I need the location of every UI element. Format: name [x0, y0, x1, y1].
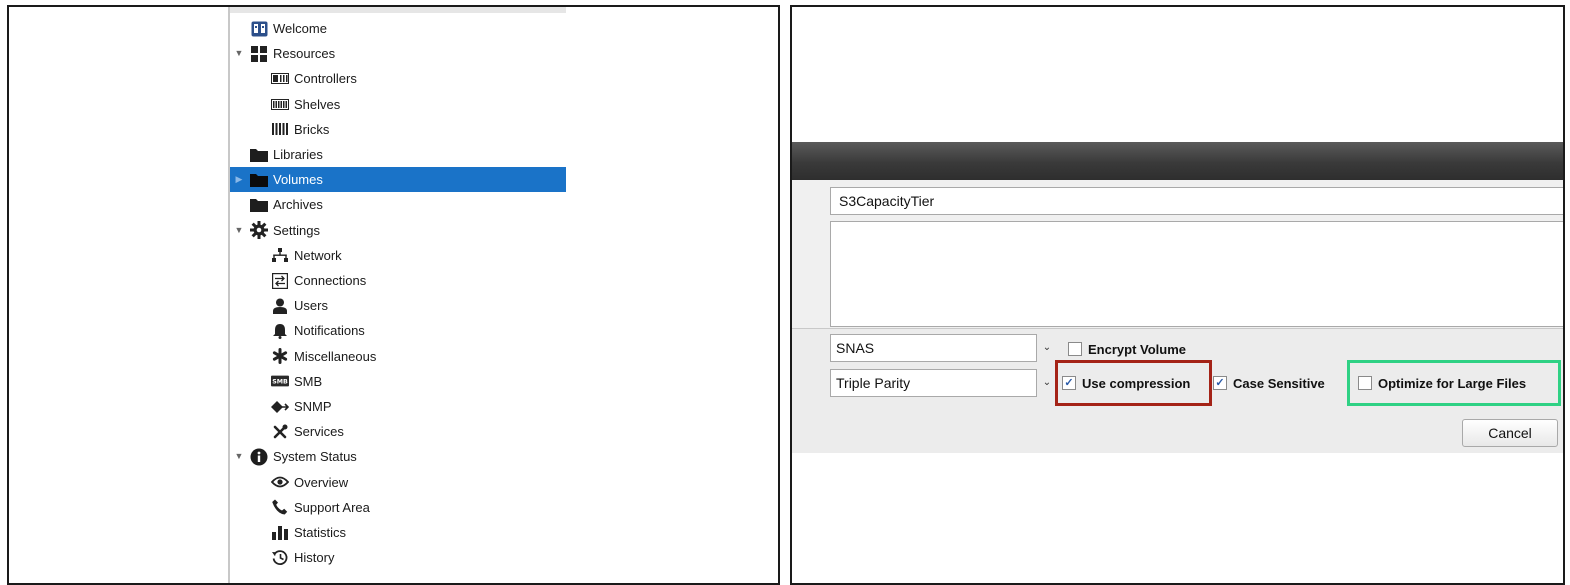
tree-item-bricks[interactable]: Bricks: [230, 117, 566, 142]
controllers-icon: [271, 70, 289, 87]
tree-item-label: Overview: [294, 474, 349, 490]
left-screenshot-panel: Welcome ▼ Resources Controllers Shelves Brick…: [7, 5, 780, 585]
chevron-down-icon[interactable]: ⌄: [1038, 335, 1056, 361]
tree-item-label: Notifications: [294, 323, 365, 339]
info-icon: [250, 448, 268, 466]
welcome-icon: [250, 20, 268, 37]
tree-item-label: Network: [294, 247, 342, 263]
history-icon: [271, 549, 289, 566]
resources-icon: [250, 45, 268, 62]
parity-value: Triple Parity: [836, 375, 911, 391]
disclosure-down-icon[interactable]: ▼: [234, 218, 244, 243]
tree-item-label: Shelves: [294, 96, 341, 112]
dialog-titlebar[interactable]: [792, 142, 1563, 180]
chevron-down-icon[interactable]: ⌄: [1038, 370, 1056, 396]
shelves-icon: [271, 96, 289, 113]
eye-icon: [271, 474, 289, 491]
tree-item-controllers[interactable]: Controllers: [230, 66, 566, 91]
tree-top-strip: [230, 7, 566, 13]
tree-item-label: SNMP: [294, 399, 332, 414]
tree-item-label: Support Area: [294, 499, 370, 515]
tree-item-label: Controllers: [294, 71, 357, 87]
tree-item-notifications[interactable]: Notifications: [230, 318, 566, 343]
case-sensitive-label: Case Sensitive: [1233, 375, 1325, 391]
tree-item-history[interactable]: History: [230, 545, 566, 570]
right-screenshot-panel: S3CapacityTier SNAS ⌄ Triple Parity ⌄ En…: [790, 5, 1565, 585]
case-sensitive-checkbox[interactable]: ✓ Case Sensitive: [1213, 372, 1325, 394]
tree-item-label: Services: [294, 424, 344, 440]
tree-item-label: Archives: [273, 197, 323, 213]
disclosure-down-icon[interactable]: ▼: [234, 41, 244, 66]
encrypt-volume-label: Encrypt Volume: [1088, 341, 1187, 357]
tree-item-label: Libraries: [273, 147, 323, 162]
tree-item-archives[interactable]: Archives: [230, 192, 566, 217]
blank-area: [792, 453, 1563, 583]
tree-item-label: Welcome: [273, 21, 327, 36]
green-highlight-box: [1347, 360, 1561, 406]
volume-name-field[interactable]: S3CapacityTier: [830, 187, 1563, 215]
parity-select[interactable]: Triple Parity ⌄: [830, 369, 1051, 397]
tree-item-label: History: [294, 550, 335, 566]
tree-item-support-area[interactable]: Support Area: [230, 495, 566, 520]
folder-icon: [250, 146, 268, 163]
tree-item-label: Volumes: [273, 172, 323, 188]
volume-type-value: SNAS: [836, 340, 875, 356]
smb-icon: SMB: [271, 373, 289, 390]
tree-item-label: SMB: [294, 373, 323, 389]
network-icon: [271, 247, 289, 264]
bar-chart-icon: [271, 524, 289, 541]
phone-icon: [271, 499, 289, 516]
asterisk-icon: [271, 348, 289, 365]
folder-icon: [250, 196, 268, 213]
description-field[interactable]: [830, 221, 1563, 327]
bricks-icon: [271, 121, 289, 138]
tree-item-welcome[interactable]: Welcome: [230, 16, 566, 41]
tree-item-label: Miscellaneous: [294, 348, 377, 364]
tree-item-label: Users: [294, 298, 328, 314]
tree-item-connections[interactable]: Connections: [230, 268, 566, 293]
disclosure-down-icon[interactable]: ▼: [234, 444, 244, 469]
tree-item-label: Resources: [273, 46, 336, 62]
tree-item-label: Connections: [294, 273, 367, 288]
tree-item-network[interactable]: Network: [230, 243, 566, 268]
tree-item-settings[interactable]: ▼ Settings: [230, 218, 566, 243]
cancel-button[interactable]: Cancel: [1462, 419, 1558, 447]
disclosure-right-icon[interactable]: ▶: [234, 167, 244, 192]
tree-item-label: System Status: [273, 449, 357, 465]
tree-item-shelves[interactable]: Shelves: [230, 92, 566, 117]
tree-item-overview[interactable]: Overview: [230, 470, 566, 495]
tree-item-label: Bricks: [294, 121, 330, 137]
user-icon: [271, 297, 289, 314]
tree-item-volumes[interactable]: ▶ Volumes: [230, 167, 566, 193]
tree-item-resources[interactable]: ▼ Resources: [230, 41, 566, 66]
svg-text:SMB: SMB: [272, 379, 288, 386]
gear-icon: [250, 221, 268, 240]
red-highlight-box: [1055, 360, 1212, 406]
connections-icon: [271, 272, 289, 289]
checkbox-box[interactable]: ✓: [1213, 376, 1227, 390]
navigation-tree: Welcome ▼ Resources Controllers Shelves Brick…: [228, 7, 572, 583]
checkbox-box[interactable]: [1068, 342, 1082, 356]
tree-item-snmp[interactable]: SNMP: [230, 394, 566, 419]
tree-item-users[interactable]: Users: [230, 293, 566, 318]
volume-type-select[interactable]: SNAS ⌄: [830, 334, 1051, 362]
tree-item-statistics[interactable]: Statistics: [230, 520, 566, 545]
tree-item-label: Statistics: [294, 525, 347, 540]
tools-icon: [271, 423, 289, 440]
tree-item-label: Settings: [273, 222, 320, 238]
tree-item-miscellaneous[interactable]: Miscellaneous: [230, 344, 566, 369]
tree-item-smb[interactable]: SMB SMB: [230, 369, 566, 394]
folder-icon: [250, 171, 268, 188]
encrypt-volume-checkbox[interactable]: Encrypt Volume: [1068, 338, 1186, 360]
tree-item-services[interactable]: Services: [230, 419, 566, 444]
tree-item-system-status[interactable]: ▼ System Status: [230, 444, 566, 469]
tree-item-libraries[interactable]: Libraries: [230, 142, 566, 167]
snmp-icon: [271, 398, 289, 415]
bell-icon: [271, 322, 289, 339]
